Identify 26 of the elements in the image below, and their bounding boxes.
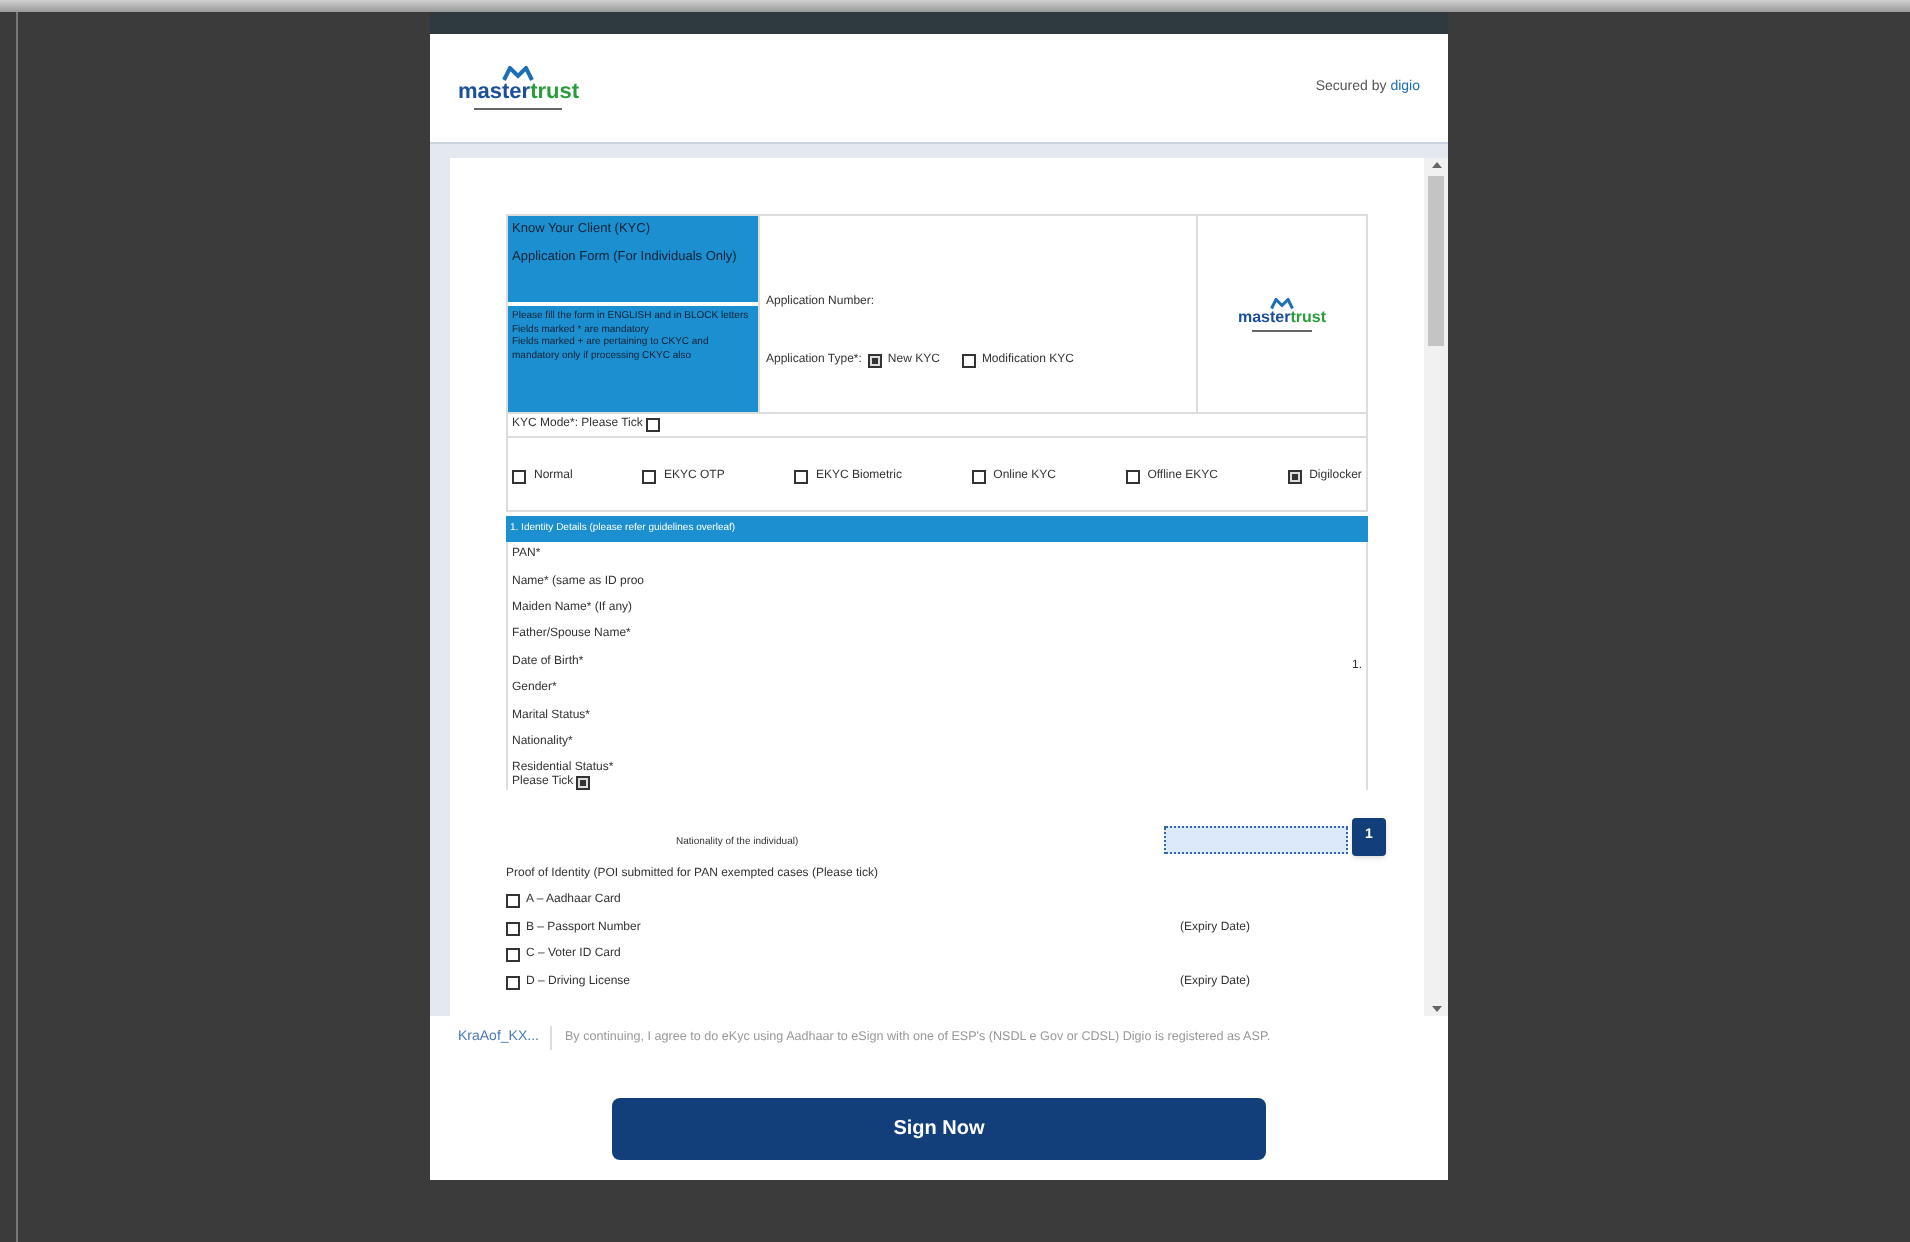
scroll-down-icon[interactable] bbox=[1431, 1006, 1441, 1012]
checkbox[interactable] bbox=[642, 470, 656, 484]
logo-text: mastertrust bbox=[458, 82, 580, 104]
checkbox[interactable] bbox=[512, 470, 526, 484]
logo-mark-icon bbox=[502, 66, 535, 82]
logo-text: mastertrust bbox=[1237, 309, 1327, 325]
checkbox[interactable] bbox=[867, 354, 882, 368]
checkbox[interactable] bbox=[646, 418, 661, 432]
tagline-line bbox=[1252, 329, 1312, 331]
checkbox[interactable] bbox=[506, 975, 520, 990]
scroll-up-icon[interactable] bbox=[1431, 162, 1441, 168]
checkbox[interactable] bbox=[575, 776, 590, 791]
scroll-thumb[interactable] bbox=[1428, 176, 1444, 346]
checkbox[interactable] bbox=[971, 470, 986, 484]
checkbox[interactable] bbox=[961, 354, 976, 368]
checkbox[interactable] bbox=[794, 470, 808, 484]
checkbox[interactable] bbox=[506, 921, 520, 936]
logo-mark-icon bbox=[1270, 297, 1294, 309]
checkbox[interactable] bbox=[506, 948, 520, 963]
tagline-line bbox=[474, 108, 563, 110]
sign-now-button[interactable]: Sign Now bbox=[612, 1098, 1266, 1160]
checkbox[interactable] bbox=[1125, 470, 1140, 484]
signature-field[interactable] bbox=[1164, 826, 1348, 855]
checkbox[interactable] bbox=[1287, 470, 1302, 484]
checkbox[interactable] bbox=[506, 894, 520, 909]
scrollbar[interactable] bbox=[1424, 158, 1448, 1016]
